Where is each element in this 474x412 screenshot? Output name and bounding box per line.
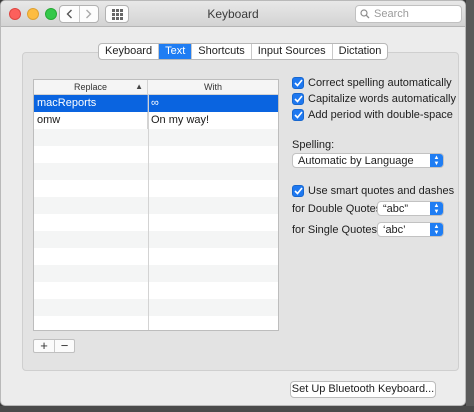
double-quotes-popup[interactable]: “abc” ▲ ▼ [377, 201, 444, 216]
double-quotes-value: “abc” [383, 202, 409, 215]
remove-replacement-button[interactable]: − [54, 339, 74, 352]
tab-dictation[interactable]: Dictation [331, 44, 388, 59]
replace-cell: omw [34, 112, 148, 129]
tab-shortcuts[interactable]: Shortcuts [191, 44, 250, 59]
single-quotes-value: ‘abc’ [383, 223, 406, 236]
search-field[interactable]: Search [355, 5, 462, 23]
checkbox-checked-icon [292, 109, 304, 121]
background-edge [466, 0, 474, 406]
sort-ascending-icon: ▲ [135, 82, 143, 91]
keyboard-preferences-window: Keyboard Search Keyboard Text Shortcuts … [0, 0, 466, 406]
replace-header-label: Replace [73, 82, 108, 92]
single-quotes-popup[interactable]: ‘abc’ ▲ ▼ [377, 222, 444, 237]
background-strip [0, 406, 474, 412]
add-period-checkbox[interactable]: Add period with double-space [292, 108, 453, 122]
empty-row [34, 265, 278, 282]
table-header: Replace ▲ With [34, 80, 278, 95]
checkbox-checked-icon [292, 93, 304, 105]
correct-spelling-label: Correct spelling automatically [308, 77, 452, 89]
capitalize-words-checkbox[interactable]: Capitalize words automatically [292, 92, 456, 106]
table-row[interactable]: macReports ∞ [34, 95, 278, 112]
empty-row [34, 214, 278, 231]
empty-row [34, 248, 278, 265]
table-row[interactable]: omw On my way! [34, 112, 278, 129]
with-cell: ∞ [151, 97, 159, 109]
spelling-label: Spelling: [292, 139, 335, 151]
empty-row [34, 146, 278, 163]
correct-spelling-checkbox[interactable]: Correct spelling automatically [292, 76, 452, 90]
add-period-label: Add period with double-space [308, 109, 453, 121]
empty-row [34, 231, 278, 248]
empty-row [34, 180, 278, 197]
up-down-arrows-icon: ▲ ▼ [430, 154, 443, 167]
tab-input-sources[interactable]: Input Sources [250, 44, 332, 59]
empty-row [34, 282, 278, 299]
empty-row [34, 299, 278, 316]
add-replacement-button[interactable]: + [34, 339, 54, 352]
single-quotes-label: for Single Quotes [292, 224, 377, 236]
title-bar: Keyboard Search [1, 1, 465, 27]
empty-row [34, 316, 278, 330]
up-down-arrows-icon: ▲ ▼ [430, 202, 443, 215]
search-icon [360, 9, 370, 19]
tab-text[interactable]: Text [158, 44, 192, 59]
checkbox-checked-icon [292, 77, 304, 89]
empty-row [34, 197, 278, 214]
add-remove-controls: + − [33, 339, 75, 353]
with-cell: On my way! [151, 114, 210, 126]
tab-bar: Keyboard Text Shortcuts Input Sources Di… [98, 43, 389, 60]
replace-cell: macReports [34, 95, 148, 112]
spelling-language-popup[interactable]: Automatic by Language ▲ ▼ [292, 153, 444, 168]
with-column-header[interactable]: With [148, 80, 278, 94]
checkbox-checked-icon [292, 185, 304, 197]
text-replacement-table: Replace ▲ With macReports ∞ omw On my wa… [33, 79, 279, 331]
capitalize-words-label: Capitalize words automatically [308, 93, 456, 105]
empty-row [34, 129, 278, 146]
double-quotes-label: for Double Quotes [292, 203, 382, 215]
spelling-value: Automatic by Language [298, 154, 414, 167]
empty-row [34, 163, 278, 180]
with-header-label: With [204, 82, 222, 92]
set-up-bluetooth-keyboard-button[interactable]: Set Up Bluetooth Keyboard... [290, 381, 436, 398]
tab-keyboard[interactable]: Keyboard [99, 44, 158, 59]
smart-quotes-checkbox[interactable]: Use smart quotes and dashes [292, 184, 454, 198]
smart-quotes-label: Use smart quotes and dashes [308, 185, 455, 197]
search-placeholder: Search [374, 8, 409, 20]
replace-column-header[interactable]: Replace ▲ [34, 80, 148, 94]
up-down-arrows-icon: ▲ ▼ [430, 223, 443, 236]
